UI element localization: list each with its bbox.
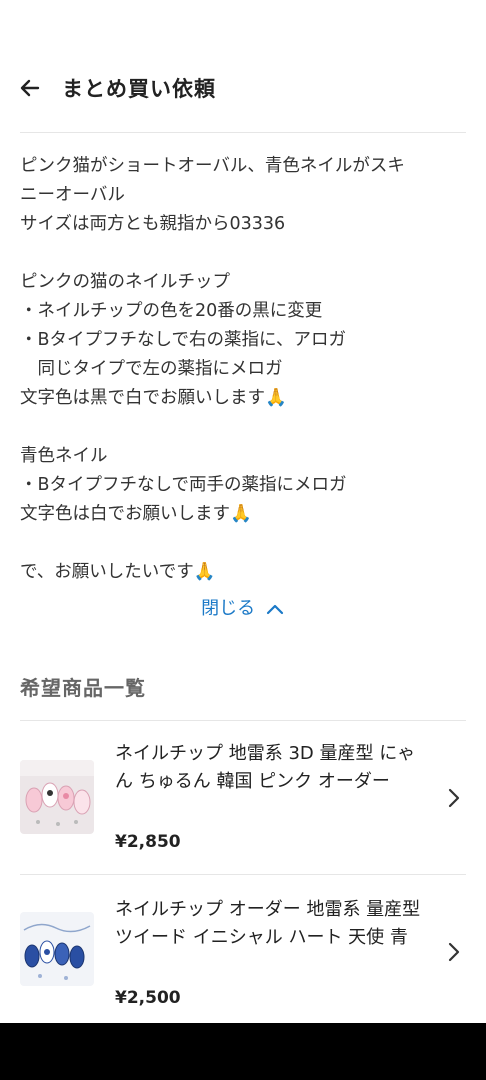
message-line: ピンク猫がショートオーバル、青色ネイルがスキ — [20, 156, 405, 176]
message-line: ・Bタイプフチなしで両手の薬指にメロガ — [20, 475, 347, 495]
chevron-right-icon — [448, 942, 460, 962]
message-line: 文字色は黒で白でお願いします🙏 — [20, 388, 287, 408]
item-divider — [20, 874, 466, 875]
chevron-up-icon — [266, 604, 283, 615]
message-line: ・ネイルチップの色を20番の黒に変更 — [20, 301, 323, 321]
product-name: ネイルチップ オーダー 地雷系 量産型 ツイード イニシャル ハート 天使 青 — [115, 899, 421, 948]
product-thumbnail — [20, 912, 94, 986]
message-line: ニーオーバル — [20, 185, 125, 205]
product-price: ¥2,850 — [115, 832, 181, 852]
message-line: ・Bタイプフチなしで右の薬指に、アロガ — [20, 330, 346, 350]
collapse-label: 閉じる — [201, 598, 256, 619]
product-thumbnail — [20, 760, 94, 834]
message-line: サイズは両方とも親指から03336 — [20, 214, 286, 234]
message-line — [20, 529, 472, 558]
message-line: で、お願いしたいです🙏 — [20, 562, 216, 582]
chevron-right-icon — [448, 788, 460, 808]
section-divider — [20, 720, 466, 721]
product-item[interactable]: ネイルチップ 地雷系 3D 量産型 にゃん ちゅるん 韓国 ピンク オーダー ¥… — [20, 738, 466, 858]
page-title: まとめ買い依頼 — [62, 77, 216, 101]
collapse-button[interactable]: 閉じる — [0, 594, 486, 620]
product-item[interactable]: ネイルチップ オーダー 地雷系 量産型 ツイード イニシャル ハート 天使 青 … — [20, 892, 466, 1016]
system-navigation-bar — [0, 1023, 486, 1080]
message-line: 同じタイプで左の薬指にメロガ — [20, 359, 283, 379]
product-price: ¥2,500 — [115, 988, 181, 1008]
message-line: 青色ネイル — [20, 446, 108, 466]
back-arrow-icon — [20, 79, 40, 97]
app-header: まとめ買い依頼 — [0, 56, 486, 120]
header-divider — [20, 132, 466, 133]
message-line — [20, 413, 472, 442]
request-message: ピンク猫がショートオーバル、青色ネイルがスキ ニーオーバル サイズは両方とも親指… — [20, 152, 472, 587]
message-line: 文字色は白でお願いします🙏 — [20, 504, 252, 524]
message-line: ピンクの猫のネイルチップ — [20, 272, 230, 292]
section-title: 希望商品一覧 — [20, 676, 146, 700]
message-line — [20, 239, 472, 268]
product-name: ネイルチップ 地雷系 3D 量産型 にゃん ちゅるん 韓国 ピンク オーダー — [115, 743, 416, 792]
back-button[interactable] — [12, 70, 48, 106]
